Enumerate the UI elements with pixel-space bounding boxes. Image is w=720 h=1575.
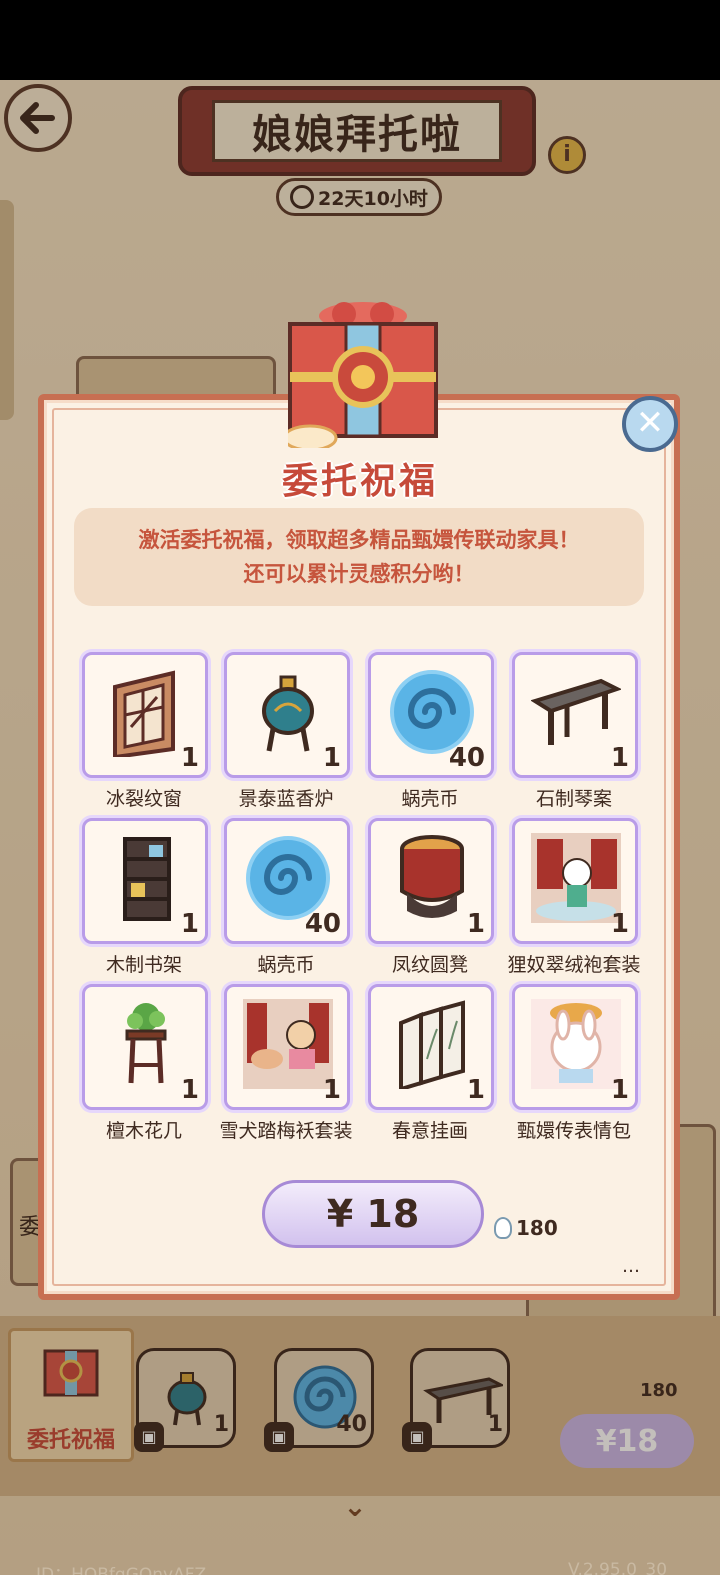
dog-outfit-icon (243, 999, 333, 1089)
reward-item[interactable]: 1 (368, 818, 494, 944)
item-quantity: 1 (466, 909, 485, 939)
purchase-button[interactable]: ¥ 18 (262, 1180, 484, 1248)
folding-screen-icon (399, 1000, 465, 1089)
reward-item[interactable]: 1 (82, 818, 208, 944)
modal-title: 委托祝福 (281, 461, 438, 502)
bookshelf-icon (123, 837, 171, 921)
item-quantity: 1 (322, 1075, 341, 1105)
app-version: V.2.95.0_30 (568, 1560, 668, 1575)
stone-table-icon (531, 678, 621, 745)
item-name: 景泰蓝香炉 (238, 788, 334, 810)
item-name: 木制书架 (105, 954, 182, 976)
item-name: 蜗壳币 (401, 788, 459, 810)
item-name: 甄嬛传表情包 (516, 1120, 631, 1142)
item-quantity: 40 (304, 909, 341, 939)
item-quantity: 1 (180, 909, 199, 939)
item-name: 雪犬踏梅袄套装 (219, 1120, 353, 1142)
item-quantity: 1 (610, 1075, 629, 1105)
item-quantity: 1 (180, 1075, 199, 1105)
reward-item[interactable]: 1 (224, 652, 350, 778)
points-value: 180 (516, 1216, 558, 1240)
item-name: 蜗壳币 (257, 954, 315, 976)
game-screen: 娘娘拜托啦 i 22天10小时 委 委托祝福 1 ▣ 40 ▣ 1 ▣ 180 … (0, 80, 720, 1575)
window-icon (113, 670, 175, 757)
cat-outfit-icon (531, 833, 621, 923)
close-button[interactable]: ✕ (622, 396, 678, 452)
item-name: 春意挂画 (391, 1120, 468, 1142)
item-quantity: 1 (610, 909, 629, 939)
item-quantity: 1 (466, 1075, 485, 1105)
description-line: 激活委托祝福，领取超多精品甄嬛传联动家具！ (138, 528, 580, 552)
reward-item[interactable]: 1 (512, 984, 638, 1110)
sticker-pack-icon (531, 999, 621, 1089)
item-name: 狸奴翠绒袍套装 (507, 954, 641, 976)
item-name: 檀木花几 (105, 1120, 182, 1142)
item-quantity: 1 (610, 743, 629, 773)
points-reward: 180 (494, 1216, 558, 1240)
item-quantity: 40 (448, 743, 485, 773)
item-name: 凤纹圆凳 (391, 954, 468, 976)
reward-item[interactable]: 1 (512, 652, 638, 778)
reward-item[interactable]: 1 (224, 984, 350, 1110)
reward-item[interactable]: 1 (82, 984, 208, 1110)
censer-icon (262, 675, 314, 752)
item-quantity: 1 (322, 743, 341, 773)
more-icon[interactable]: … (622, 1256, 640, 1277)
reward-item[interactable]: 1 (368, 984, 494, 1110)
plant-stand-icon (125, 1003, 167, 1084)
player-id: ID：HQBfqGQnvAFZ (36, 1565, 207, 1575)
reward-item[interactable]: 40 (368, 652, 494, 778)
item-name: 石制琴案 (535, 788, 612, 810)
gift-box-icon (288, 302, 438, 448)
reward-item[interactable]: 40 (224, 818, 350, 944)
lightbulb-icon (494, 1217, 512, 1239)
modal-description: 激活委托祝福，领取超多精品甄嬛传联动家具！ 还可以累计灵感积分哟！ (74, 508, 644, 606)
item-quantity: 1 (180, 743, 199, 773)
reward-item[interactable]: 1 (512, 818, 638, 944)
description-line: 还可以累计灵感积分哟！ (243, 562, 475, 586)
item-name: 冰裂纹窗 (105, 788, 182, 810)
reward-item[interactable]: 1 (82, 652, 208, 778)
drum-stool-icon (400, 835, 464, 918)
